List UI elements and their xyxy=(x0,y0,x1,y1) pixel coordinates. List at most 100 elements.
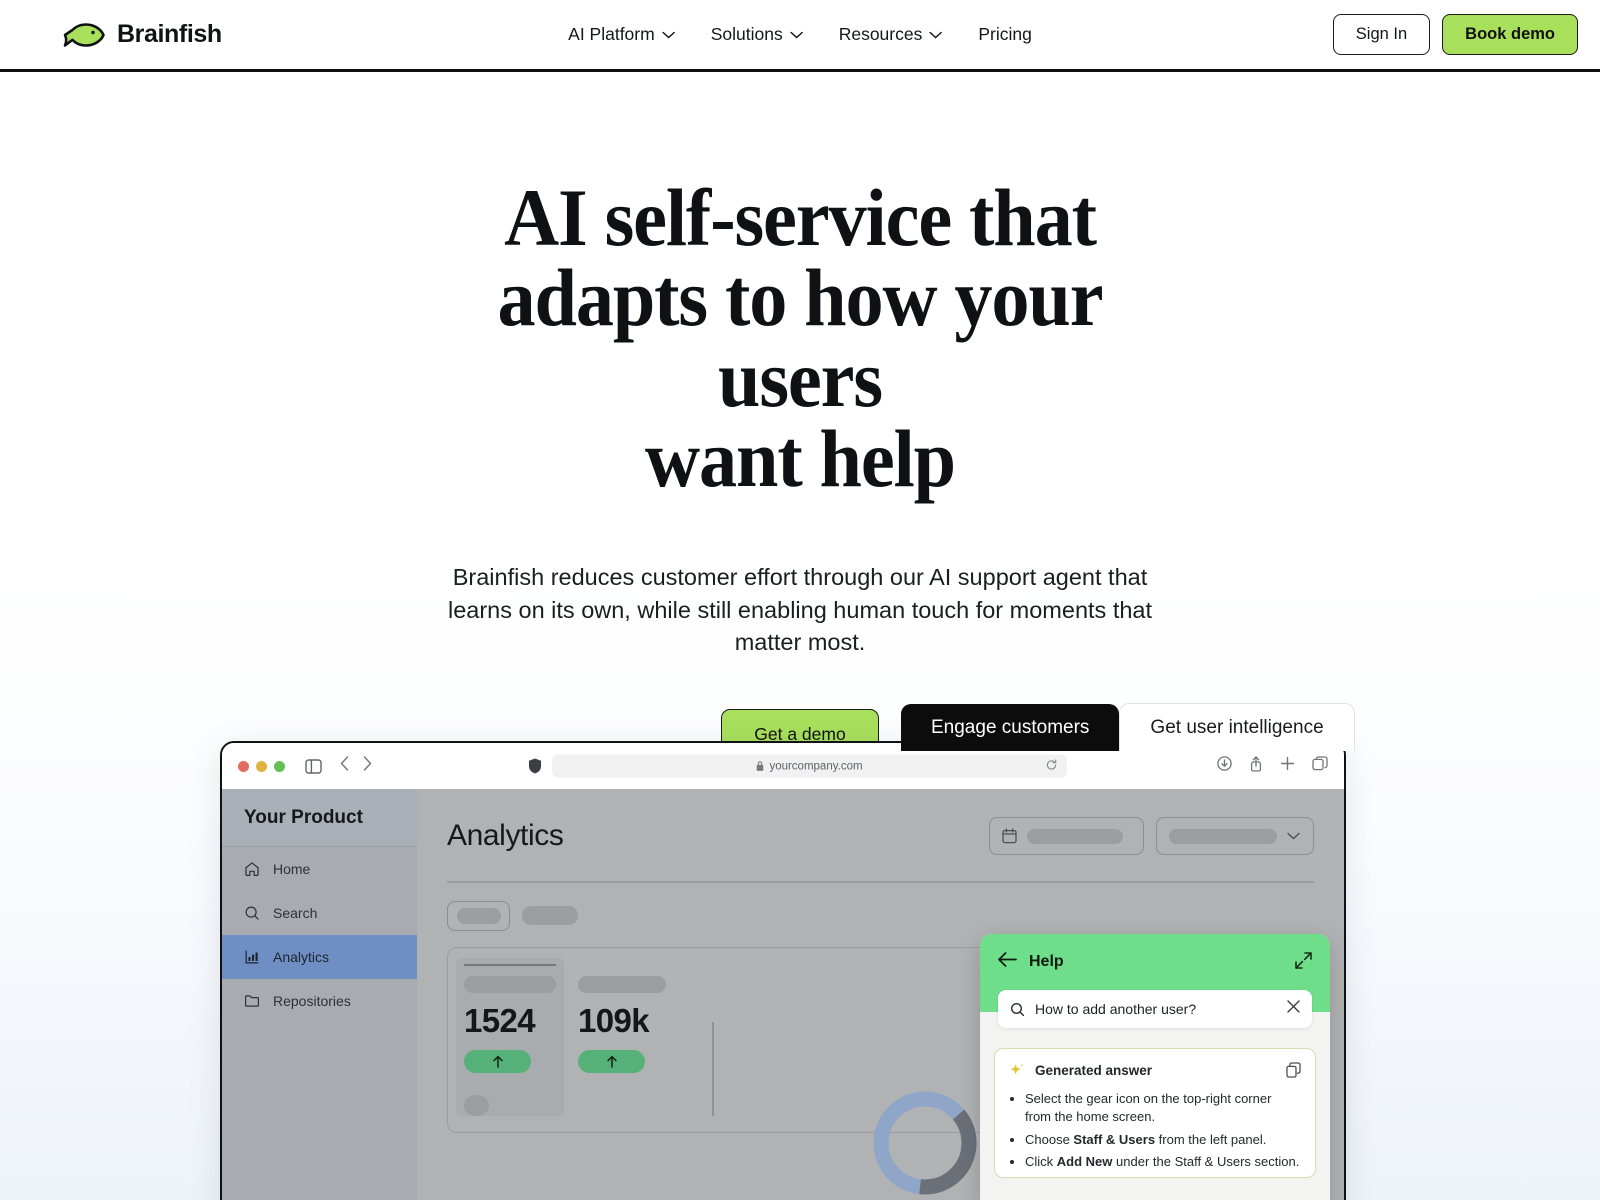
hero-title-line-2: adapts to how your users xyxy=(497,252,1104,424)
card-divider xyxy=(712,1021,714,1116)
help-widget-header: Help How to add another user? xyxy=(980,934,1330,1028)
download-icon[interactable] xyxy=(1217,756,1232,776)
sidebar-item-label: Repositories xyxy=(273,993,351,1009)
help-widget-title: Help xyxy=(1029,953,1064,970)
chevron-down-icon xyxy=(789,31,803,39)
date-range-value-placeholder xyxy=(1027,828,1123,844)
nav-label: Pricing xyxy=(978,24,1032,44)
main-nav: AI Platform Solutions Resources Pricing xyxy=(568,24,1032,45)
maximize-window-button[interactable] xyxy=(274,760,285,772)
analytics-filter-pills xyxy=(447,900,1314,931)
hero-title-line-1: AI self-service that xyxy=(504,172,1097,263)
arrow-left-icon[interactable] xyxy=(998,952,1017,972)
sidebar-item-search[interactable]: Search xyxy=(222,891,417,935)
bullet-bold: Staff & Users xyxy=(1073,1131,1156,1147)
list-item: Choose Staff & Users from the left panel… xyxy=(1025,1131,1301,1149)
search-icon xyxy=(245,906,259,920)
help-search-input[interactable]: How to add another user? xyxy=(998,990,1312,1028)
header-actions: Sign In Book demo xyxy=(1332,14,1578,55)
nav-label: AI Platform xyxy=(568,24,655,44)
donut-chart xyxy=(873,1091,977,1195)
stat-label-placeholder xyxy=(578,975,666,993)
nav-item-solutions[interactable]: Solutions xyxy=(711,24,803,45)
shield-icon[interactable] xyxy=(528,758,542,775)
stat-value: 1524 xyxy=(464,1001,536,1039)
bullet-text: Select the gear icon on the top-right co… xyxy=(1025,1091,1272,1125)
analytics-title: Analytics xyxy=(447,819,564,852)
bullet-text: under the Staff & Users section. xyxy=(1112,1154,1300,1170)
generated-answer-card: Generated answer Select the gear icon on… xyxy=(994,1048,1316,1178)
browser-nav-arrows xyxy=(340,756,372,776)
showcase-tabs: Engage customers Get user intelligence xyxy=(901,703,1355,751)
copy-icon[interactable] xyxy=(1286,1062,1301,1083)
arrow-up-icon xyxy=(606,1055,617,1068)
sign-in-button[interactable]: Sign In xyxy=(1332,14,1431,55)
page-title: AI self-service that adapts to how your … xyxy=(409,177,1190,500)
address-bar[interactable]: yourcompany.com xyxy=(552,754,1067,778)
arrow-up-icon xyxy=(492,1055,503,1068)
filter-pill-selected[interactable] xyxy=(447,900,510,931)
bullet-text: Choose xyxy=(1025,1131,1074,1147)
header-divider xyxy=(447,881,1314,883)
window-controls xyxy=(238,760,285,772)
nav-label: Solutions xyxy=(710,24,783,44)
plus-icon[interactable] xyxy=(1280,756,1295,776)
hero-subtitle: Brainfish reduces customer effort throug… xyxy=(447,564,1153,656)
chevron-down-icon xyxy=(661,31,675,39)
home-icon xyxy=(245,862,259,876)
stat-card[interactable]: 1524 xyxy=(456,957,564,1116)
book-demo-button[interactable]: Book demo xyxy=(1442,14,1578,55)
bullet-text: from the left panel. xyxy=(1155,1131,1267,1147)
minimize-window-button[interactable] xyxy=(256,760,267,772)
filter-dropdown[interactable] xyxy=(1156,817,1314,855)
stat-card[interactable]: 109k xyxy=(578,964,686,1116)
sidebar-item-home[interactable]: Home xyxy=(222,847,417,891)
nav-item-pricing[interactable]: Pricing xyxy=(978,24,1032,45)
share-icon[interactable] xyxy=(1249,755,1263,777)
bar-chart-icon xyxy=(245,950,259,964)
sidebar-item-label: Search xyxy=(273,905,318,921)
address-bar-url: yourcompany.com xyxy=(769,760,863,772)
reload-icon[interactable] xyxy=(1046,759,1057,773)
expand-icon[interactable] xyxy=(1295,952,1312,974)
tab-engage-customers[interactable]: Engage customers xyxy=(901,704,1120,751)
close-icon[interactable] xyxy=(1287,1000,1300,1018)
sidebar-item-analytics[interactable]: Analytics xyxy=(222,935,417,979)
generated-answer-header: Generated answer xyxy=(1009,1062,1301,1079)
trend-badge-up xyxy=(578,1049,645,1073)
bullet-text: Click xyxy=(1025,1154,1057,1170)
date-range-picker[interactable] xyxy=(989,817,1144,855)
sparkle-icon xyxy=(1010,1063,1024,1075)
brand-logo[interactable]: Brainfish xyxy=(62,20,222,49)
generated-answer-bullets: Select the gear icon on the top-right co… xyxy=(1025,1090,1301,1172)
bullet-bold: Add New xyxy=(1056,1154,1113,1170)
sidebar-item-repositories[interactable]: Repositories xyxy=(222,979,417,1023)
generated-answer-title: Generated answer xyxy=(1035,1063,1153,1078)
nav-label: Resources xyxy=(838,24,923,44)
tab-get-user-intelligence[interactable]: Get user intelligence xyxy=(1119,703,1355,751)
sidebar-item-label: Analytics xyxy=(273,949,330,965)
stat-value: 109k xyxy=(578,1001,650,1039)
tabs-icon[interactable] xyxy=(1312,756,1328,776)
filter-pill-label-placeholder xyxy=(456,907,501,924)
sidebar-toggle-icon[interactable] xyxy=(305,758,322,774)
search-icon xyxy=(1010,1002,1025,1016)
analytics-controls xyxy=(989,817,1314,855)
list-item: Click Add New under the Staff & Users se… xyxy=(1025,1153,1301,1171)
trend-badge-up xyxy=(464,1049,531,1073)
site-header: Brainfish AI Platform Solutions Resource… xyxy=(0,0,1600,72)
nav-item-resources[interactable]: Resources xyxy=(839,24,943,45)
chevron-right-icon[interactable] xyxy=(363,756,372,776)
filter-pill-secondary[interactable] xyxy=(522,906,578,925)
help-search-value: How to add another user? xyxy=(1035,1001,1197,1017)
nav-item-ai-platform[interactable]: AI Platform xyxy=(568,24,675,45)
filter-value-placeholder xyxy=(1169,828,1277,844)
chevron-down-icon xyxy=(929,31,943,39)
help-widget: Help How to add another user? Generated … xyxy=(980,934,1330,1200)
brand-name: Brainfish xyxy=(117,20,222,48)
chevron-left-icon[interactable] xyxy=(340,756,349,776)
stat-placeholder-dot xyxy=(464,1094,489,1116)
close-window-button[interactable] xyxy=(238,760,249,772)
folder-icon xyxy=(245,995,259,1007)
lock-icon xyxy=(757,761,764,771)
